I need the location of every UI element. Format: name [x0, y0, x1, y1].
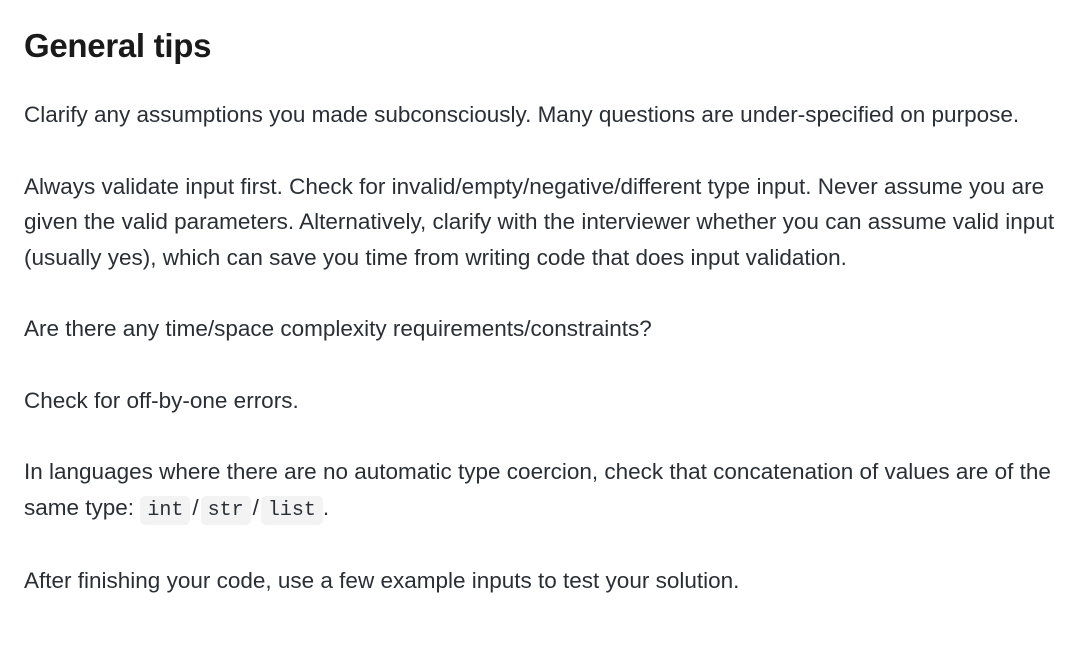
code-int: int	[140, 496, 190, 525]
tip-paragraph: Are there any time/space complexity requ…	[24, 311, 1056, 347]
tip-paragraph: Always validate input first. Check for i…	[24, 169, 1056, 276]
code-str: str	[201, 496, 251, 525]
separator: /	[192, 495, 198, 520]
tip-paragraph: In languages where there are no automati…	[24, 454, 1056, 526]
tip-text-suffix: .	[323, 495, 329, 520]
tip-paragraph: Clarify any assumptions you made subcons…	[24, 97, 1056, 133]
code-list: list	[261, 496, 323, 525]
tip-paragraph: Check for off-by-one errors.	[24, 383, 1056, 419]
tip-paragraph: After finishing your code, use a few exa…	[24, 563, 1056, 599]
section-heading: General tips	[24, 20, 1056, 71]
separator: /	[253, 495, 259, 520]
